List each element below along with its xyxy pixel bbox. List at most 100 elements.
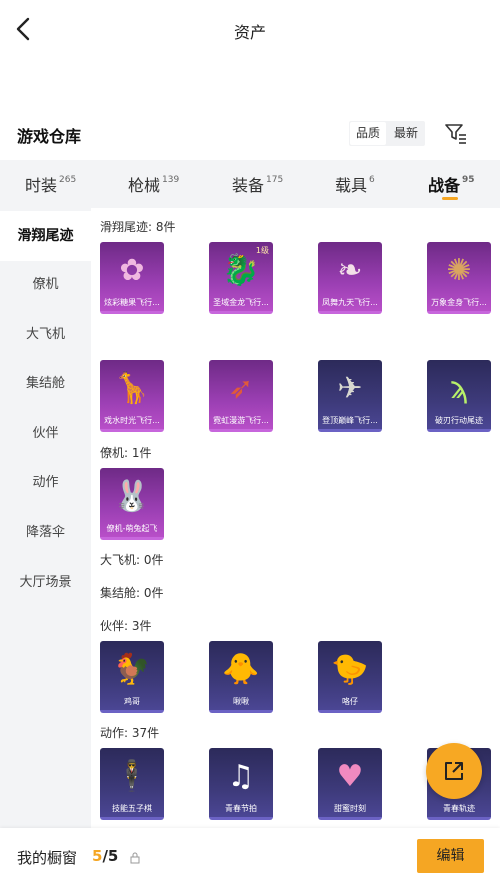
item-card[interactable]: 🐉 1级圣域金龙飞行... xyxy=(209,242,273,314)
sort-toggle: 品质 最新 xyxy=(349,121,426,146)
item-thumbnail: ❧ 凤舞九天飞行... xyxy=(318,242,382,314)
sidebar-item-companion[interactable]: 伙伴 xyxy=(0,409,91,459)
sort-by-newest[interactable]: 最新 xyxy=(388,122,424,145)
tab-label: 装备 xyxy=(232,176,265,195)
tab-count: 95 xyxy=(462,174,475,185)
edit-button[interactable]: 编辑 xyxy=(417,839,484,873)
item-image: 🦒 xyxy=(113,371,151,406)
section-title: 动作: 37件 xyxy=(100,726,160,740)
showcase-current: 5 xyxy=(92,847,103,865)
item-name: 圣域金龙飞行... xyxy=(213,298,269,307)
tab-label: 枪械 xyxy=(128,176,161,195)
item-card[interactable]: 🕴 技能五子棋 xyxy=(100,748,164,820)
sort-by-quality[interactable]: 品质 xyxy=(350,122,387,145)
item-name: 甜蜜时刻 xyxy=(334,804,366,813)
item-thumbnail: 🕴 技能五子棋 xyxy=(100,748,164,820)
tab-equipment[interactable]: 装备 175 xyxy=(232,172,283,196)
tab-count: 175 xyxy=(266,174,284,185)
item-card[interactable]: 🐤 咯仔 xyxy=(318,641,382,713)
item-thumbnail: ♫ 青春节拍 xyxy=(209,748,273,820)
item-card[interactable]: ✈ 登顶巅峰飞行... xyxy=(318,360,382,432)
sidebar-item-emote[interactable]: 动作 xyxy=(0,458,91,508)
item-card[interactable]: 🐥 啾啾 xyxy=(209,641,273,713)
item-card[interactable]: ♫ 青春节拍 xyxy=(209,748,273,820)
item-image: 🐤 xyxy=(331,652,369,687)
item-thumbnail: ♥ 甜蜜时刻 xyxy=(318,748,382,820)
item-thumbnail: 🦒 戏水时光飞行... xyxy=(100,360,164,432)
item-image: 🕴 xyxy=(113,759,151,794)
tab-count: 139 xyxy=(162,174,180,185)
item-image: ✈ xyxy=(337,371,363,406)
item-card[interactable]: 🦒 戏水时光飞行... xyxy=(100,360,164,432)
tab-count: 265 xyxy=(59,174,77,185)
tab-combat-prep[interactable]: 战备 95 xyxy=(428,172,475,196)
item-name: 霓虹漫游飞行... xyxy=(213,416,269,425)
item-image: 🐓 xyxy=(113,652,151,687)
item-card[interactable]: ✿ 炫彩糖果飞行... xyxy=(100,242,164,314)
item-name: 鸡哥 xyxy=(124,697,140,706)
item-card[interactable]: ✺ 万象金身飞行... xyxy=(427,242,491,314)
item-card[interactable]: 🐓 鸡哥 xyxy=(100,641,164,713)
item-thumbnail: 🐰 僚机-萌兔起飞 xyxy=(100,468,164,540)
share-external-icon xyxy=(445,762,463,780)
item-card[interactable]: ♥ 甜蜜时刻 xyxy=(318,748,382,820)
item-image: 🐰 xyxy=(113,479,151,514)
item-thumbnail: 🐓 鸡哥 xyxy=(100,641,164,713)
item-name: 万象金身飞行... xyxy=(431,298,487,307)
item-image: 🐥 xyxy=(222,652,260,687)
item-name: 登顶巅峰飞行... xyxy=(322,416,378,425)
item-grid: 滑翔尾迹: 8件 ✿ 炫彩糖果飞行... 🐉 1级 圣域金龙飞行... ❧ 凤舞九天飞行...… xyxy=(91,208,500,828)
item-thumbnail: 🐥 啾啾 xyxy=(209,641,273,713)
item-name: 啾啾 xyxy=(233,697,249,706)
item-name: 破刃行动尾迹 xyxy=(435,416,483,425)
item-card[interactable]: 🐰 僚机-萌兔起飞 xyxy=(100,468,164,540)
sidebar-item-glide-trail[interactable]: 滑翔尾迹 xyxy=(0,211,91,261)
tab-vehicles[interactable]: 载具 6 xyxy=(335,172,375,196)
sidebar-item-wingman[interactable]: 僚机 xyxy=(0,260,91,310)
item-card[interactable]: ❧ 凤舞九天飞行... xyxy=(318,242,382,314)
top-bar: 资产 xyxy=(0,0,500,60)
tab-label: 时装 xyxy=(25,176,58,195)
item-thumbnail: 🐤 咯仔 xyxy=(318,641,382,713)
section-title: 僚机: 1件 xyxy=(100,446,152,460)
item-name: 技能五子棋 xyxy=(112,804,152,813)
sidebar-item-parachute[interactable]: 降落伞 xyxy=(0,508,91,558)
tab-fashion[interactable]: 时装 265 xyxy=(25,172,76,196)
item-image: ♫ xyxy=(227,759,255,794)
active-tab-indicator xyxy=(442,197,458,200)
item-thumbnail: ➶ 霓虹漫游飞行... xyxy=(209,360,273,432)
share-button[interactable] xyxy=(426,743,482,799)
item-name: 炫彩糖果飞行... xyxy=(104,298,160,307)
item-name: 戏水时光飞行... xyxy=(104,416,160,425)
item-image: ♥ xyxy=(336,759,364,794)
item-image: 🐉 xyxy=(222,253,260,288)
item-card[interactable]: ϡ 破刃行动尾迹 xyxy=(427,360,491,432)
item-image: ϡ xyxy=(449,371,469,406)
item-name: 青春轨迹 xyxy=(443,804,475,813)
item-level-badge: 1级 xyxy=(255,246,269,255)
section-title: 伙伴: 3件 xyxy=(100,619,152,633)
item-card[interactable]: ➶ 霓虹漫游飞行... xyxy=(209,360,273,432)
filter-button[interactable] xyxy=(444,121,468,145)
tab-firearms[interactable]: 枪械 139 xyxy=(128,172,179,196)
showcase-count: 5/5 xyxy=(92,847,118,865)
item-image: ❧ xyxy=(337,253,363,288)
item-image: ➶ xyxy=(228,371,254,406)
category-tabs: 时装 265 枪械 139 装备 175 载具 6 战备 95 xyxy=(0,160,500,208)
sidebar-item-plane[interactable]: 大飞机 xyxy=(0,310,91,360)
item-name: 青春节拍 xyxy=(225,804,257,813)
showcase-total: 5 xyxy=(107,847,119,865)
page-title: 资产 xyxy=(233,23,266,42)
lock-icon xyxy=(130,852,140,864)
filter-icon xyxy=(445,124,466,144)
showcase-bar: 我的橱窗 5/5 编辑 xyxy=(0,828,500,885)
item-image: ✿ xyxy=(119,253,145,288)
item-thumbnail: ϡ 破刃行动尾迹 xyxy=(427,360,491,432)
item-name: 凤舞九天飞行... xyxy=(322,298,378,307)
item-thumbnail: ✈ 登顶巅峰飞行... xyxy=(318,360,382,432)
item-thumbnail: 🐉 1级圣域金龙飞行... xyxy=(209,242,273,314)
sidebar-item-assembly-pod[interactable]: 集结舱 xyxy=(0,359,91,409)
sidebar-item-lobby-scene[interactable]: 大厅场景 xyxy=(0,558,91,608)
section-title: 集结舱: 0件 xyxy=(100,586,164,600)
sidebar: 滑翔尾迹 僚机 大飞机 集结舱 伙伴 动作 降落伞 大厅场景 xyxy=(0,208,91,828)
